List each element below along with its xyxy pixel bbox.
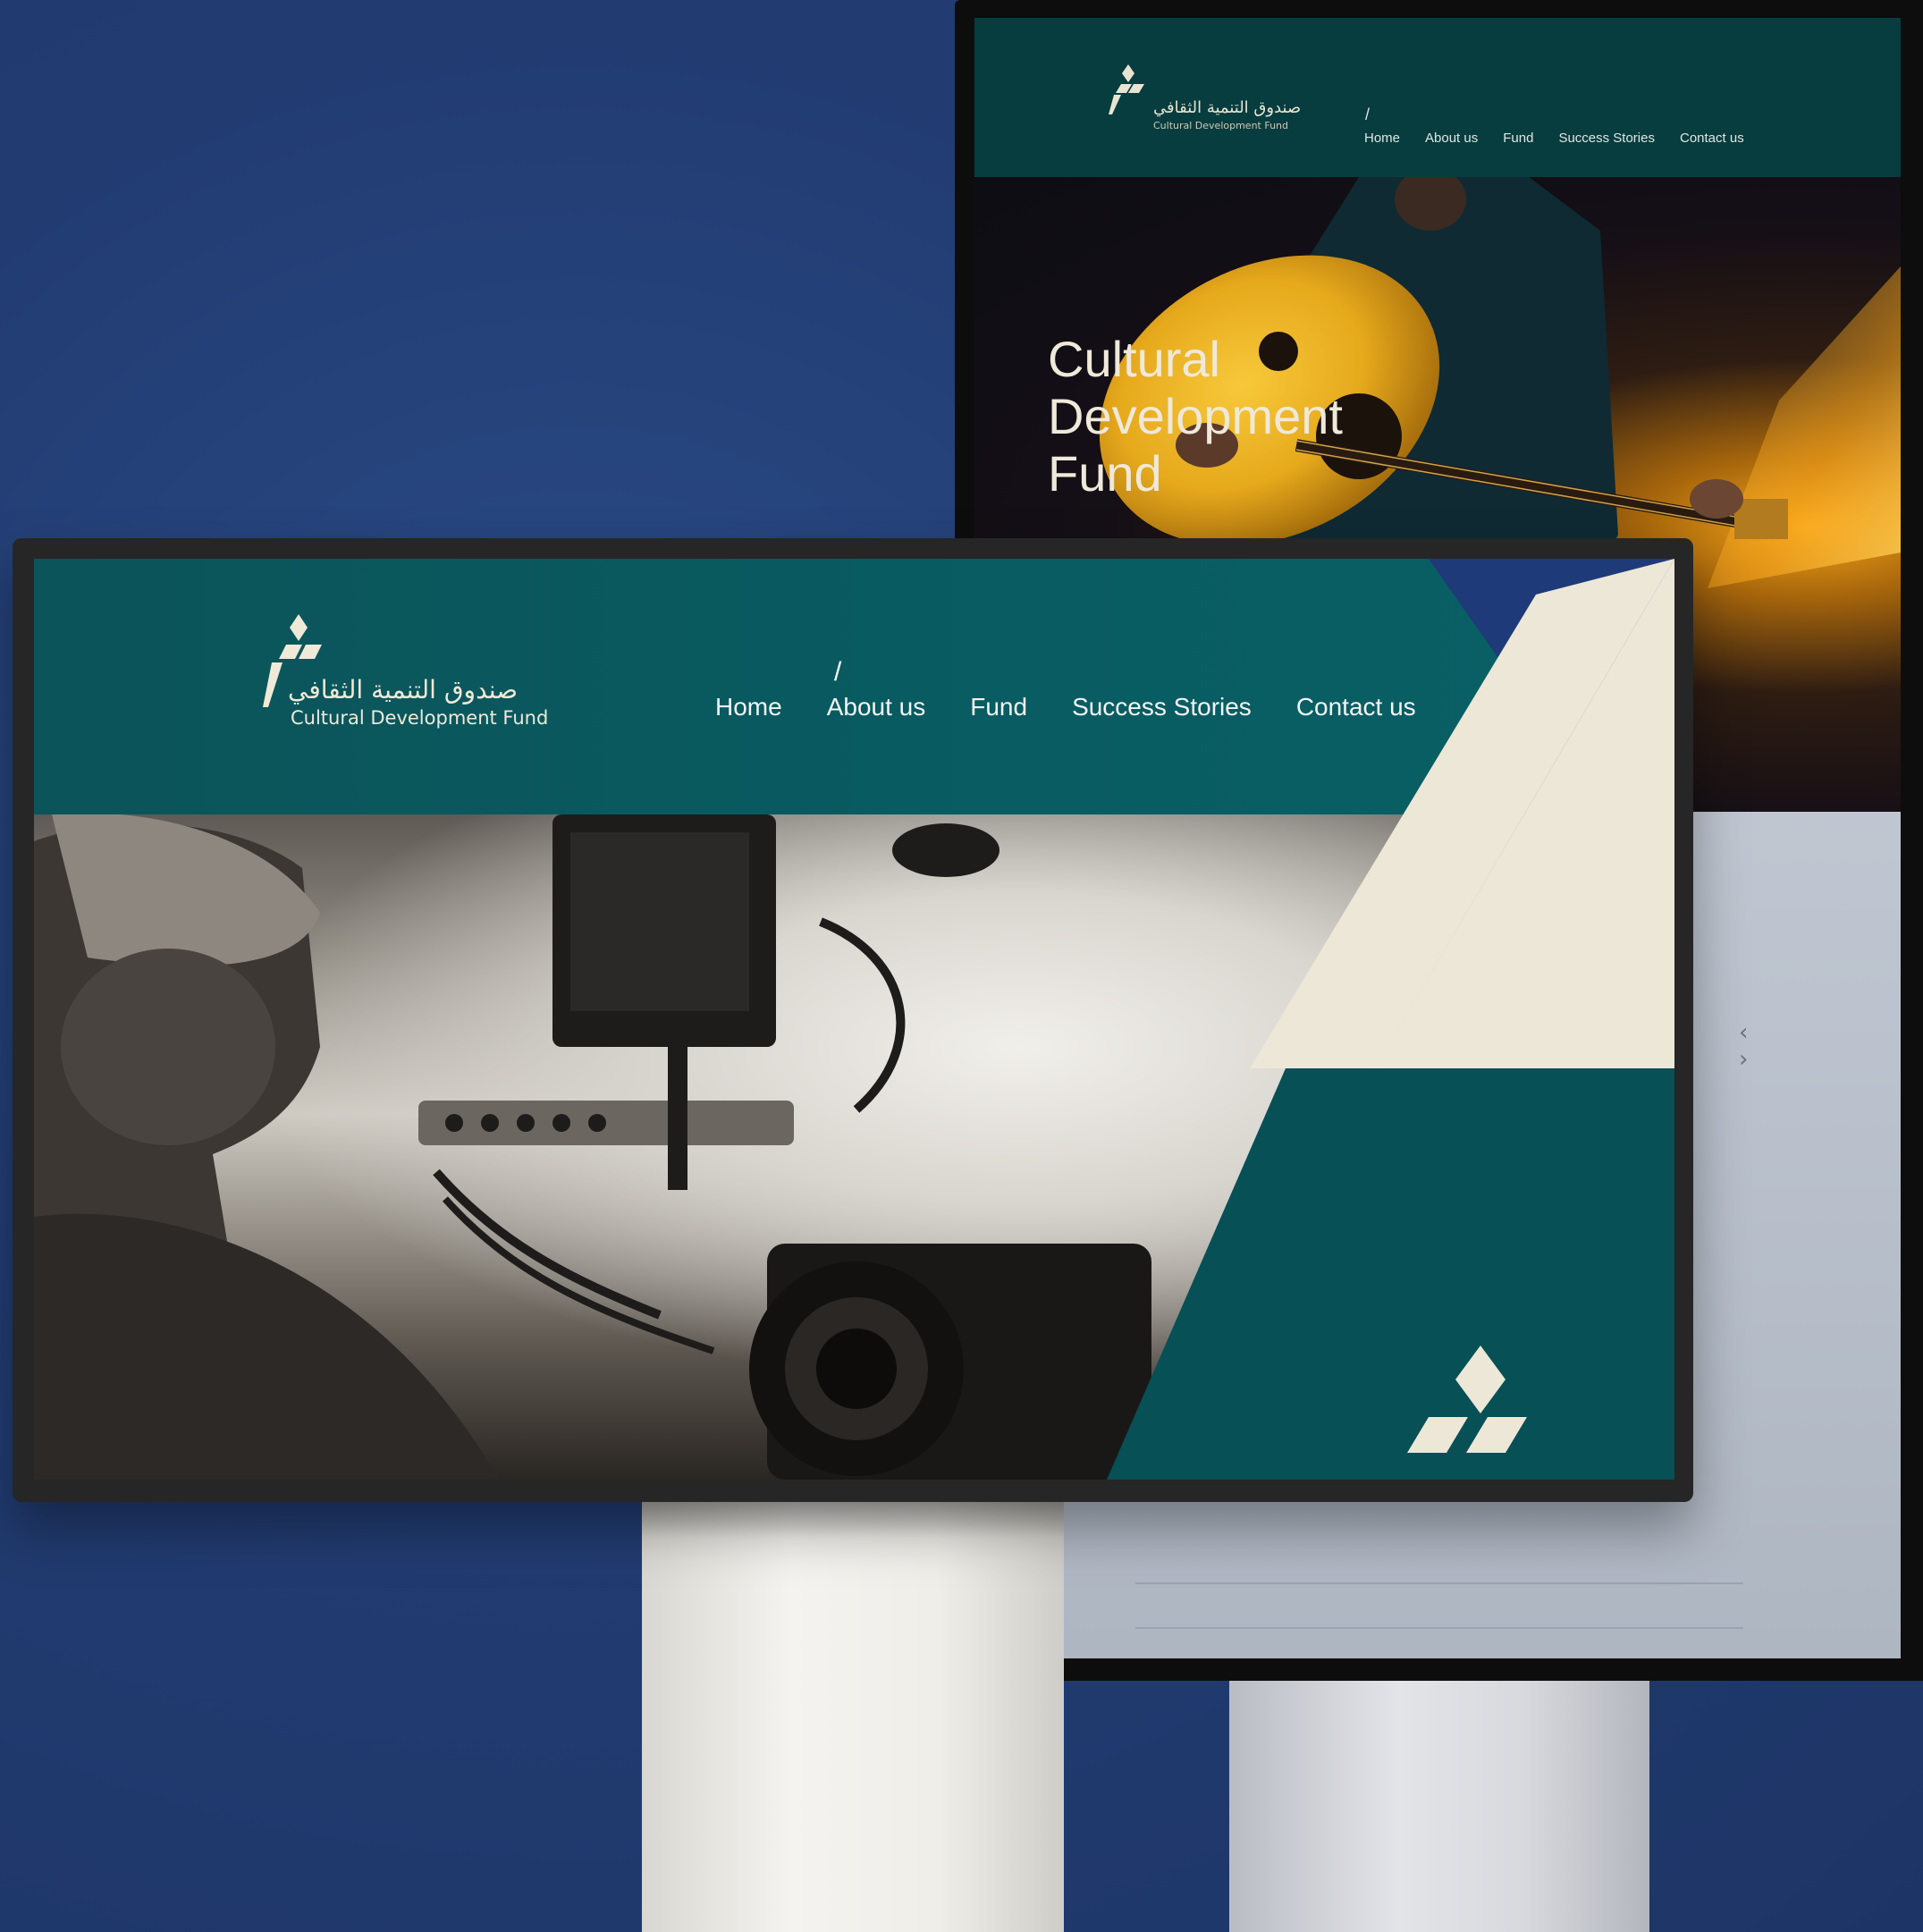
back-site-header: صندوق التنمية الثقافي Cultural Developme… xyxy=(974,18,1901,177)
brand-geometric-overlay xyxy=(1107,559,1674,1480)
brand-name-arabic: صندوق التنمية الثقافي xyxy=(1153,98,1302,117)
carousel-next-icon[interactable]: › xyxy=(1739,1046,1748,1073)
hero-title-line-1: Cultural xyxy=(1048,331,1220,387)
back-site-nav: Home About us Fund Success Stories Conta… xyxy=(1364,131,1744,146)
nav-active-marker: / xyxy=(1365,105,1371,123)
nav-item-contact-us[interactable]: Contact us xyxy=(1680,131,1744,146)
hero-title-line-2: Development xyxy=(1048,388,1343,444)
hero-title-line-3: Fund xyxy=(1048,445,1162,502)
front-monitor-stand xyxy=(642,1484,1064,1932)
section-divider xyxy=(1135,1582,1743,1584)
brand-name-english: Cultural Development Fund xyxy=(1153,120,1289,131)
section-divider xyxy=(1135,1627,1743,1629)
front-monitor-screen: صندوق التنمية الثقافي Cultural Developme… xyxy=(34,559,1674,1480)
cdf-logo-icon xyxy=(1109,64,1144,114)
back-hero-title: Cultural Development Fund xyxy=(1048,331,1343,502)
carousel-prev-icon[interactable]: ‹ xyxy=(1739,1019,1748,1046)
nav-item-about-us[interactable]: About us xyxy=(1425,131,1478,146)
nav-item-success-stories[interactable]: Success Stories xyxy=(1558,131,1655,146)
nav-item-home[interactable]: Home xyxy=(1364,131,1400,146)
nav-item-fund[interactable]: Fund xyxy=(1503,131,1533,146)
back-monitor-stand xyxy=(1229,1681,1649,1932)
